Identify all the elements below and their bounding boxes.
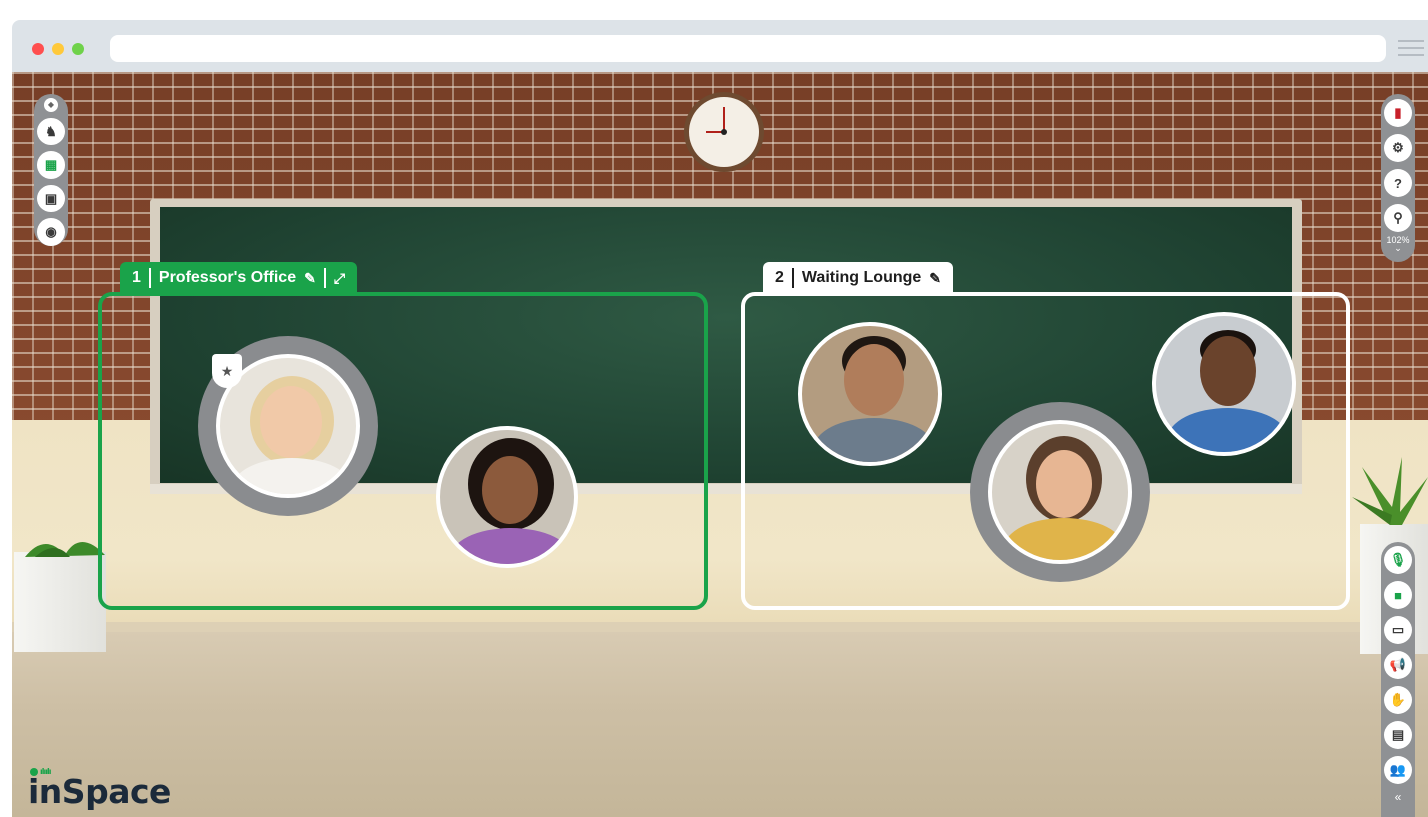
maximize-window-button[interactable] — [72, 43, 84, 55]
help-icon[interactable]: ? — [1384, 169, 1412, 197]
clock-center — [721, 129, 727, 135]
participant-avatar-man-beard[interactable] — [798, 322, 942, 466]
room-number: 1 — [132, 269, 141, 286]
chat-icon[interactable]: ▤ — [1384, 721, 1412, 749]
tab-separator — [791, 268, 794, 288]
inspace-logo: ılıılı inSpace — [28, 767, 171, 811]
participant-avatar-woman-yellow[interactable] — [988, 420, 1132, 564]
room-tab-professors-office[interactable]: 1 Professor's Office ✎ ⤢ — [120, 262, 358, 294]
logo-dot — [30, 768, 38, 776]
tab-separator — [148, 268, 151, 288]
right-plant-icon — [1352, 457, 1428, 525]
browser-toolbar — [12, 20, 1428, 72]
room-name: Waiting Lounge — [801, 269, 922, 286]
people-icon[interactable]: 👥 — [1384, 756, 1412, 784]
close-window-button[interactable] — [32, 43, 44, 55]
tab-separator — [323, 268, 326, 288]
media-toolbar: 🎙 ■ ▭ 📢 ✋ ▤ 👥 « — [1381, 542, 1415, 817]
left-toolbar: ◆ ♞ ▦ ▣ ◉ — [34, 94, 68, 247]
logo-wave: ılıılı — [40, 767, 51, 776]
right-toolbar: ▮ ⚙ ? ⚲ 102% ⌄ — [1381, 94, 1415, 262]
location-icon[interactable]: ⚲ — [1384, 204, 1412, 232]
speaker-presenter-icon[interactable]: ♞ — [37, 117, 65, 146]
settings-icon[interactable]: ⚙ — [1384, 134, 1412, 162]
clock-face — [689, 97, 759, 167]
shield-icon[interactable]: ◆ — [44, 98, 58, 112]
collapse-icon[interactable]: « — [1395, 790, 1402, 804]
pencil-icon[interactable]: ✎ — [929, 270, 941, 287]
host-shield-icon: ★ — [212, 354, 242, 388]
pencil-icon[interactable]: ✎ — [304, 270, 316, 287]
image-icon[interactable]: ▣ — [37, 184, 65, 213]
left-planter — [14, 552, 106, 652]
record-icon[interactable]: ◉ — [37, 218, 65, 247]
left-plant-icon — [25, 542, 105, 557]
broadcast-icon[interactable]: 📢 — [1384, 651, 1412, 679]
wooden-floor — [12, 632, 1428, 817]
screen-share-icon[interactable]: ▭ — [1384, 616, 1412, 644]
logo-text: inSpace — [28, 772, 171, 811]
browser-window: 1 Professor's Office ✎ ⤢ 2 Waiting Loung… — [0, 0, 1428, 817]
room-number: 2 — [775, 269, 784, 286]
room-tab-waiting-lounge[interactable]: 2 Waiting Lounge ✎ — [763, 262, 954, 294]
menu-icon[interactable] — [1398, 40, 1424, 56]
minimize-window-button[interactable] — [52, 43, 64, 55]
exit-icon[interactable]: ▮ — [1384, 99, 1412, 127]
participant-avatar-man-blue[interactable] — [1152, 312, 1296, 456]
virtual-classroom: 1 Professor's Office ✎ ⤢ 2 Waiting Loung… — [12, 72, 1428, 817]
room-name: Professor's Office — [158, 269, 297, 286]
expand-icon[interactable]: ⤢ — [334, 270, 345, 287]
microphone-icon[interactable]: 🎙 — [1384, 546, 1412, 574]
wall-clock — [684, 92, 764, 172]
chevron-down-icon[interactable]: ⌄ — [1394, 243, 1402, 254]
raise-hand-icon[interactable]: ✋ — [1384, 686, 1412, 714]
participant-avatar-student[interactable] — [436, 426, 578, 568]
grid-layout-icon[interactable]: ▦ — [37, 151, 65, 179]
camera-icon[interactable]: ■ — [1384, 581, 1412, 609]
room-professors-office[interactable] — [98, 292, 708, 610]
address-bar[interactable] — [110, 35, 1386, 62]
